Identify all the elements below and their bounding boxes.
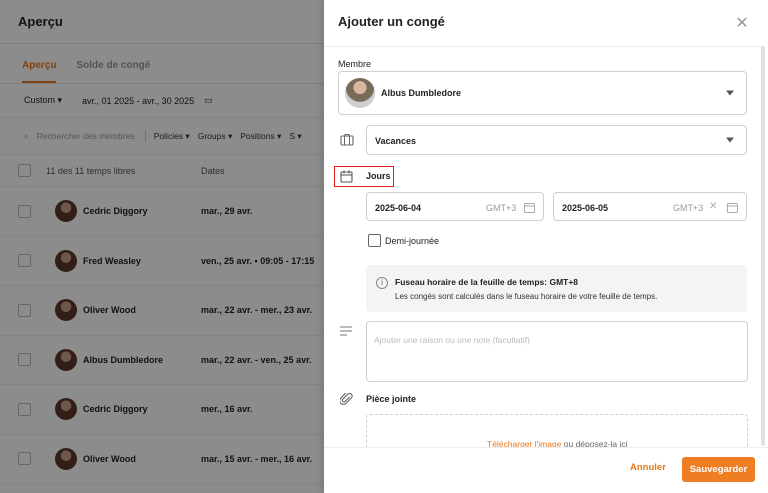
divider bbox=[324, 46, 764, 47]
save-button[interactable]: Sauvegarder bbox=[682, 457, 755, 482]
member-name: Albus Dumbledore bbox=[381, 88, 462, 98]
start-date-value: 2025-06-04 bbox=[375, 203, 422, 213]
info-icon: i bbox=[376, 277, 388, 289]
end-date-value: 2025-06-05 bbox=[562, 203, 609, 213]
member-select[interactable]: Albus Dumbledore bbox=[338, 71, 747, 115]
end-date-input[interactable]: 2025-06-05 GMT+3 ✕ bbox=[553, 192, 747, 221]
member-label: Membre bbox=[338, 59, 372, 69]
panel-footer: Annuler Sauvegarder bbox=[324, 447, 768, 493]
add-leave-panel: Ajouter un congé ✕ Membre Albus Dumbledo… bbox=[324, 0, 768, 493]
calendar-icon[interactable] bbox=[524, 202, 535, 213]
calendar-icon[interactable] bbox=[727, 202, 738, 213]
attachment-label: Pièce jointe bbox=[366, 394, 417, 404]
half-day-label: Demi-journée bbox=[385, 236, 440, 246]
info-title: Fuseau horaire de la feuille de temps: G… bbox=[395, 277, 579, 287]
info-text: Les congés sont calculés dans le fuseau … bbox=[395, 292, 658, 301]
close-icon[interactable]: ✕ bbox=[734, 16, 750, 32]
cancel-button[interactable]: Annuler bbox=[630, 462, 666, 473]
clear-icon[interactable]: ✕ bbox=[709, 201, 717, 212]
days-label: Jours bbox=[366, 171, 391, 181]
paperclip-icon bbox=[340, 392, 353, 405]
note-placeholder: Ajouter une raison ou une note (facultat… bbox=[374, 335, 530, 345]
half-day-checkbox[interactable] bbox=[368, 234, 381, 247]
timezone-info-box: i Fuseau horaire de la feuille de temps:… bbox=[366, 265, 747, 312]
briefcase-icon bbox=[340, 133, 354, 146]
start-timezone: GMT+3 bbox=[486, 203, 517, 213]
panel-title: Ajouter un congé bbox=[338, 14, 445, 29]
end-timezone: GMT+3 bbox=[673, 203, 704, 213]
chevron-down-icon bbox=[726, 137, 734, 143]
leave-type-select[interactable]: Vacances bbox=[366, 125, 747, 155]
modal-overlay[interactable] bbox=[0, 0, 324, 493]
calendar-icon bbox=[340, 170, 353, 183]
start-date-input[interactable]: 2025-06-04 GMT+3 bbox=[366, 192, 544, 221]
chevron-down-icon bbox=[726, 90, 734, 96]
avatar bbox=[345, 78, 375, 108]
scrollbar[interactable] bbox=[761, 46, 765, 446]
notes-icon bbox=[340, 326, 352, 336]
leave-type-value: Vacances bbox=[375, 136, 417, 146]
note-textarea[interactable]: Ajouter une raison ou une note (facultat… bbox=[366, 321, 748, 382]
